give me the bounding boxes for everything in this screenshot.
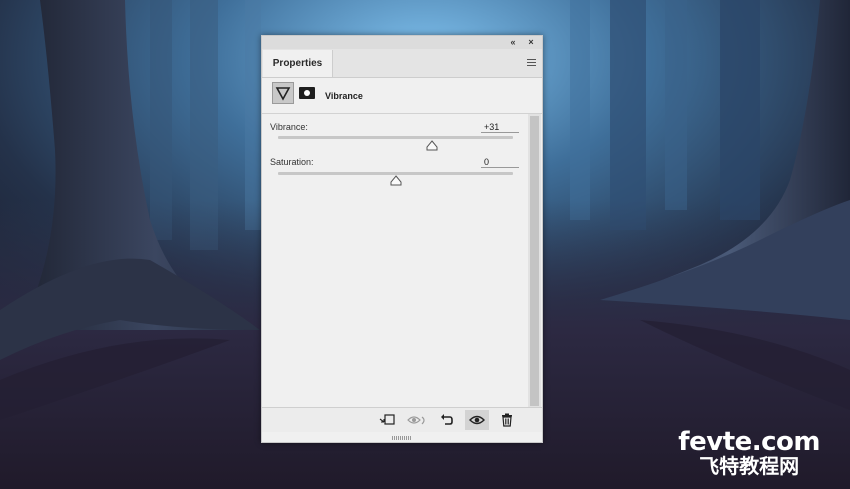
site-watermark: fevte.com 飞特教程网 bbox=[678, 429, 820, 477]
properties-panel: « × Properties Vibrance Vibrance: +31 Sa… bbox=[261, 35, 543, 443]
panel-resize-grip[interactable] bbox=[392, 436, 412, 440]
saturation-label: Saturation: bbox=[270, 157, 314, 167]
vibrance-slider-track[interactable] bbox=[278, 136, 513, 139]
watermark-domain: fevte.com bbox=[678, 427, 820, 457]
vibrance-value-field[interactable]: +31 bbox=[481, 121, 519, 133]
vibrance-triangle-icon[interactable] bbox=[272, 82, 294, 104]
panel-titlebar[interactable]: « × bbox=[262, 36, 542, 50]
tab-properties[interactable]: Properties bbox=[263, 50, 333, 77]
layer-mask-icon[interactable] bbox=[299, 87, 315, 99]
panel-footer bbox=[262, 407, 542, 432]
panel-scrollbar[interactable] bbox=[528, 114, 541, 410]
clip-to-layer-icon[interactable] bbox=[375, 410, 399, 430]
watermark-site-name: 飞特教程网 bbox=[699, 454, 800, 478]
adjustment-header: Vibrance bbox=[262, 78, 542, 114]
visibility-eye-icon[interactable] bbox=[465, 410, 489, 430]
reset-icon[interactable] bbox=[435, 410, 459, 430]
adjustment-title: Vibrance bbox=[325, 91, 363, 101]
panel-tab-row: Properties bbox=[262, 49, 542, 78]
vibrance-slider-thumb[interactable] bbox=[426, 140, 438, 151]
saturation-slider-thumb[interactable] bbox=[390, 175, 402, 186]
scrollbar-thumb[interactable] bbox=[530, 116, 539, 406]
view-previous-state-icon[interactable] bbox=[405, 410, 429, 430]
collapse-panel-icon[interactable]: « bbox=[506, 36, 520, 49]
close-panel-icon[interactable]: × bbox=[524, 36, 538, 49]
saturation-value-field[interactable]: 0 bbox=[481, 156, 519, 168]
vibrance-label: Vibrance: bbox=[270, 122, 308, 132]
adjustment-controls: Vibrance: +31 Saturation: 0 bbox=[262, 114, 528, 410]
panel-menu-icon[interactable] bbox=[527, 59, 536, 67]
trash-icon[interactable] bbox=[495, 410, 519, 430]
